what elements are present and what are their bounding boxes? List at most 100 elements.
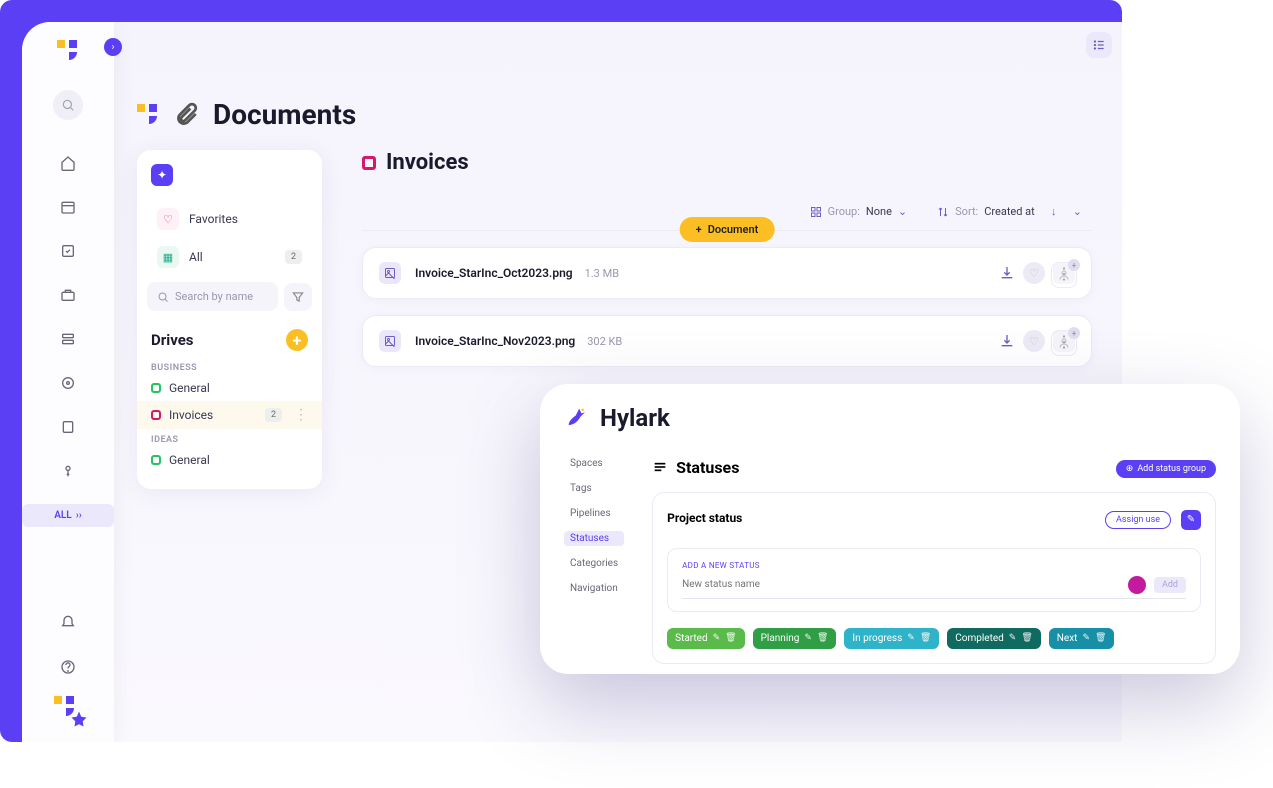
statuses-icon xyxy=(652,459,668,475)
nav-note-icon[interactable] xyxy=(53,412,83,442)
overlay-brand: Hylark xyxy=(600,404,670,432)
search-input[interactable]: Search by name xyxy=(147,282,278,311)
nav-briefcase-icon[interactable] xyxy=(53,280,83,310)
status-chip[interactable]: Next ✎ 🗑 xyxy=(1049,628,1115,649)
drive-item-label: General xyxy=(169,453,210,467)
status-chip[interactable]: Started ✎ 🗑 xyxy=(667,628,744,649)
favorites-label: Favorites xyxy=(189,212,238,226)
nav-key-icon[interactable] xyxy=(53,456,83,486)
sort-selector[interactable]: Sort: Created at ↓ ⌄ xyxy=(927,199,1092,224)
assign-user-button[interactable] xyxy=(1051,262,1077,288)
nav-item-statuses[interactable]: Statuses xyxy=(564,531,624,546)
overlay-nav: Spaces Tags Pipelines Statuses Categorie… xyxy=(564,456,624,664)
nav-all-filter[interactable]: ALL ›› xyxy=(22,504,114,527)
drives-heading: Drives xyxy=(151,331,194,349)
add-status-form: ADD A NEW STATUS Add xyxy=(667,548,1201,612)
panel-collapse-button[interactable]: ✦ xyxy=(151,164,173,186)
heart-icon: ♡ xyxy=(157,208,179,230)
chip-label: Planning xyxy=(761,633,800,644)
image-file-icon xyxy=(379,330,401,352)
edit-icon[interactable]: ✎ xyxy=(907,633,915,643)
add-status-button[interactable]: Add xyxy=(1154,577,1186,593)
folder-title: Invoices xyxy=(386,150,469,175)
drive-item-ideas-general[interactable]: General xyxy=(137,447,322,473)
filter-button[interactable] xyxy=(284,283,312,311)
status-chip[interactable]: Completed ✎ 🗑 xyxy=(947,628,1041,649)
favorite-button[interactable]: ♡ xyxy=(1023,330,1045,352)
status-color-picker[interactable] xyxy=(1128,576,1146,594)
folder-color-icon xyxy=(362,156,376,170)
favorite-button[interactable]: ♡ xyxy=(1023,262,1045,284)
sort-direction-button[interactable]: ↓ xyxy=(1041,205,1067,218)
edit-icon[interactable]: ✎ xyxy=(1082,633,1090,643)
page-title: Documents xyxy=(213,98,356,131)
help-icon[interactable] xyxy=(53,652,83,682)
add-drive-button[interactable]: + xyxy=(286,329,308,351)
nav-home-icon[interactable] xyxy=(53,148,83,178)
drive-item-label: Invoices xyxy=(169,408,213,422)
nav-calendar-icon[interactable] xyxy=(53,192,83,222)
add-status-label: ADD A NEW STATUS xyxy=(682,561,1186,570)
edit-icon[interactable]: ✎ xyxy=(804,633,812,643)
drive-color-icon xyxy=(151,455,161,465)
delete-icon[interactable]: 🗑 xyxy=(817,633,828,643)
chip-label: Started xyxy=(675,633,708,644)
business-section-label: BUSINESS xyxy=(137,357,322,375)
nav-tasks-icon[interactable] xyxy=(53,236,83,266)
nav-server-icon[interactable] xyxy=(53,324,83,354)
nav-item-tags[interactable]: Tags xyxy=(564,481,624,496)
ideas-section-label: IDEAS xyxy=(137,429,322,447)
drive-item-general[interactable]: General xyxy=(137,375,322,401)
edit-icon[interactable]: ✎ xyxy=(1009,633,1017,643)
rail-search-button[interactable] xyxy=(53,90,83,120)
add-status-group-button[interactable]: ⊕ Add status group xyxy=(1116,460,1216,478)
status-name-input[interactable] xyxy=(682,579,1120,590)
group-value: None xyxy=(866,205,892,218)
assign-use-button[interactable]: Assign use xyxy=(1105,511,1171,529)
delete-icon[interactable]: 🗑 xyxy=(725,633,736,643)
group-selector[interactable]: Group: None ⌄ xyxy=(800,199,918,224)
chip-label: Next xyxy=(1057,633,1078,644)
sort-value: Created at xyxy=(984,205,1035,218)
image-file-icon xyxy=(379,262,401,284)
chevron-down-icon: ⌄ xyxy=(898,205,907,218)
grid-icon: ▦ xyxy=(157,246,179,268)
bird-icon xyxy=(564,404,592,432)
document-name: Invoice_StarInc_Nov2023.png xyxy=(415,334,575,348)
delete-icon[interactable]: 🗑 xyxy=(1095,633,1106,643)
edit-icon[interactable]: ✎ xyxy=(713,633,721,643)
delete-icon[interactable]: 🗑 xyxy=(920,633,931,643)
drive-count-badge: 2 xyxy=(265,408,282,422)
nav-item-spaces[interactable]: Spaces xyxy=(564,456,624,471)
nav-item-pipelines[interactable]: Pipelines xyxy=(564,506,624,521)
sort-label: Sort: xyxy=(955,205,978,218)
drive-item-menu[interactable]: ⋮ xyxy=(294,407,308,423)
chevron-down-icon: ⌄ xyxy=(1073,205,1082,218)
all-row[interactable]: ▦ All 2 xyxy=(143,238,316,276)
status-chip[interactable]: Planning ✎ 🗑 xyxy=(753,628,837,649)
nav-target-icon[interactable] xyxy=(53,368,83,398)
nav-item-navigation[interactable]: Navigation xyxy=(564,581,624,596)
rail-expand-button[interactable]: › xyxy=(104,38,122,56)
statuses-title: Statuses xyxy=(676,458,739,477)
drive-item-label: General xyxy=(169,381,210,395)
edit-group-button[interactable]: ✎ xyxy=(1181,510,1201,530)
download-icon[interactable] xyxy=(999,333,1015,349)
status-chip[interactable]: In progress ✎ 🗑 xyxy=(844,628,939,649)
document-card[interactable]: Invoice_StarInc_Nov2023.png 302 KB ♡ ⋮ xyxy=(362,315,1092,367)
layout-toggle-button[interactable] xyxy=(1086,32,1112,58)
document-card[interactable]: Invoice_StarInc_Oct2023.png 1.3 MB ♡ ⋮ xyxy=(362,247,1092,299)
search-placeholder: Search by name xyxy=(175,290,253,303)
notifications-icon[interactable] xyxy=(53,608,83,638)
group-label: Group: xyxy=(828,205,860,218)
search-icon xyxy=(157,291,169,303)
group-icon xyxy=(810,206,822,218)
nav-item-categories[interactable]: Categories xyxy=(564,556,624,571)
drive-item-invoices[interactable]: Invoices 2 ⋮ xyxy=(137,401,322,429)
download-icon[interactable] xyxy=(999,265,1015,281)
assign-user-button[interactable] xyxy=(1051,330,1077,356)
user-avatar[interactable] xyxy=(54,696,82,724)
favorites-row[interactable]: ♡ Favorites xyxy=(143,200,316,238)
add-document-button[interactable]: + Document xyxy=(680,217,775,242)
delete-icon[interactable]: 🗑 xyxy=(1021,633,1032,643)
